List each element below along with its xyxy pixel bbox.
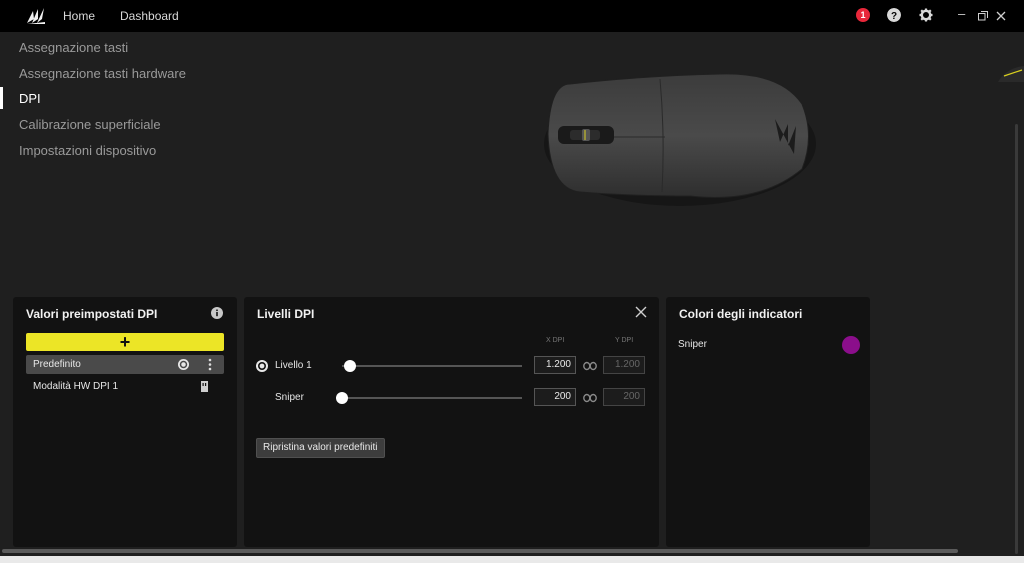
x-dpi-header: X DPI [546, 337, 565, 344]
corsair-logo-icon[interactable] [25, 7, 47, 25]
slider-thumb[interactable] [336, 392, 348, 404]
panel-title: Valori preimpostati DPI [26, 307, 158, 321]
mouse-image [544, 73, 816, 206]
slider-thumb[interactable] [344, 360, 357, 372]
info-icon[interactable] [211, 307, 223, 319]
preset-label: Predefinito [33, 359, 81, 370]
more-options-icon[interactable] [208, 358, 212, 371]
x-dpi-field[interactable]: 1.200 [534, 356, 576, 374]
notification-badge[interactable]: 1 [856, 8, 870, 22]
horizontal-scrollbar[interactable] [2, 549, 958, 553]
taskbar-strip [0, 556, 1024, 563]
sidebar-item-surface-calibration[interactable]: Calibrazione superficiale [19, 117, 161, 132]
indicator-colors-panel: Colori degli indicatori Sniper [666, 297, 870, 547]
y-dpi-field[interactable]: 1.200 [603, 356, 645, 374]
level-label: Livello 1 [275, 360, 312, 371]
color-swatch[interactable] [842, 336, 860, 354]
vertical-scrollbar[interactable] [1015, 124, 1018, 554]
help-icon[interactable]: ? [887, 8, 901, 22]
gear-icon[interactable] [919, 8, 933, 22]
level-label: Sniper [275, 392, 304, 403]
svg-text:?: ? [891, 11, 897, 22]
title-bar: Home Dashboard 1 ? – [0, 0, 1024, 32]
x-dpi-field[interactable]: 200 [534, 388, 576, 406]
color-item-label: Sniper [678, 339, 707, 350]
nav-dashboard[interactable]: Dashboard [120, 9, 179, 23]
add-preset-button[interactable]: + [26, 333, 224, 351]
mouse-peek-image [998, 66, 1024, 82]
active-indicator [0, 87, 3, 109]
dpi-slider[interactable] [342, 365, 522, 367]
sidebar-item-key-assignment[interactable]: Assegnazione tasti [19, 40, 128, 55]
y-dpi-header: Y DPI [615, 337, 634, 344]
dpi-presets-panel: Valori preimpostati DPI + Predefinito Mo… [13, 297, 237, 547]
close-icon[interactable] [635, 306, 647, 318]
restore-icon[interactable] [978, 11, 988, 21]
preset-item[interactable]: Predefinito [26, 355, 224, 374]
panel-title: Colori degli indicatori [679, 307, 803, 321]
y-dpi-field[interactable]: 200 [603, 388, 645, 406]
sidebar-item-hw-key-assignment[interactable]: Assegnazione tasti hardware [19, 66, 186, 81]
link-icon[interactable] [583, 393, 597, 403]
preset-item[interactable]: Modalità HW DPI 1 [26, 377, 224, 396]
link-icon[interactable] [583, 361, 597, 371]
reset-defaults-button[interactable]: Ripristina valori predefiniti [256, 438, 385, 458]
active-level-icon [256, 360, 268, 372]
close-icon[interactable] [996, 11, 1006, 21]
preset-label: Modalità HW DPI 1 [33, 381, 119, 392]
nav-home[interactable]: Home [63, 9, 95, 23]
sidebar-item-device-settings[interactable]: Impostazioni dispositivo [19, 143, 156, 158]
dpi-levels-panel: Livelli DPI X DPI Y DPI Livello 1 1.200 … [244, 297, 659, 547]
minimize-icon[interactable]: – [958, 6, 965, 21]
hardware-memory-icon [201, 381, 208, 392]
panel-title: Livelli DPI [257, 307, 315, 321]
sidebar-item-dpi[interactable]: DPI [19, 91, 41, 106]
active-preset-icon [178, 359, 189, 370]
dpi-slider[interactable] [342, 397, 522, 399]
